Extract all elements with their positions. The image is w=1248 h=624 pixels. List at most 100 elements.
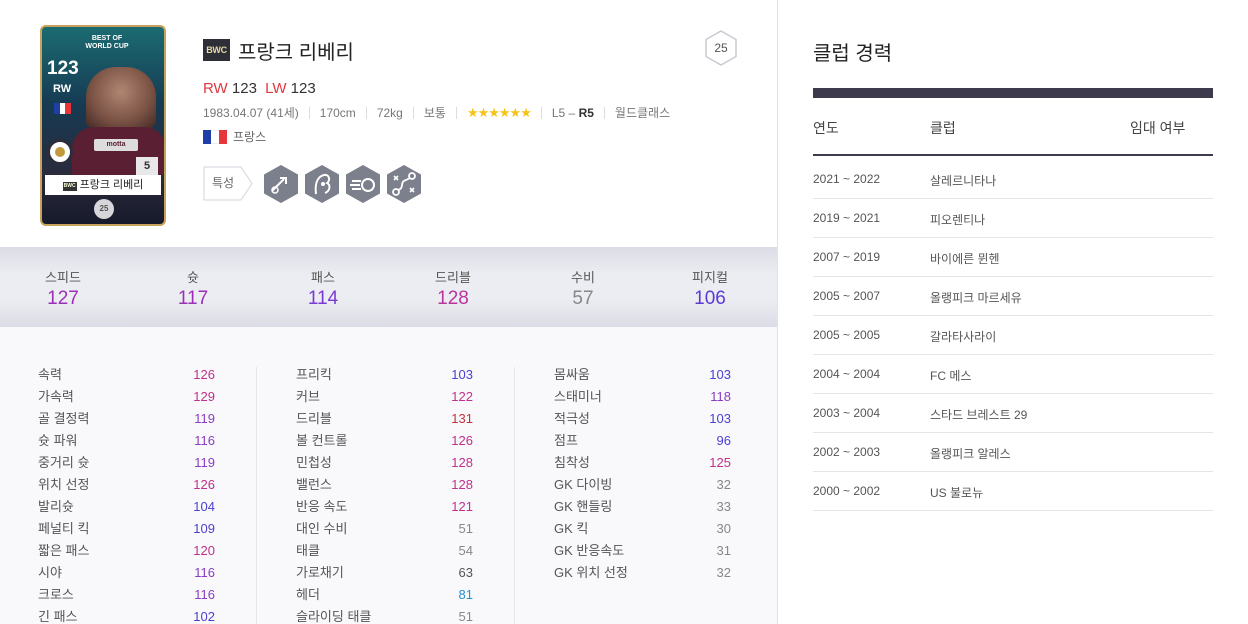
club-year: 2019 ~ 2021	[813, 211, 881, 225]
stat-label: 가로채기	[296, 565, 344, 580]
season-badge-icon: BWC	[203, 39, 230, 61]
card-level-badge: 25	[94, 199, 114, 219]
summary-speed: 스피드 127	[18, 267, 108, 310]
technical-dribbler-icon[interactable]	[303, 164, 341, 204]
stat-row: 밸런스 128	[296, 474, 473, 496]
nation-name: 프랑스	[233, 130, 267, 144]
summary-value: 128	[437, 288, 469, 309]
stat-row: 대인 수비 51	[296, 518, 473, 540]
stat-row: 스태미너 118	[554, 386, 731, 408]
skill-stars-icon: ★★★★★★	[466, 104, 532, 120]
stat-value: 126	[193, 477, 215, 492]
stat-label: 가속력	[38, 389, 74, 404]
club-club: 살레르니타나	[930, 174, 997, 188]
long-shot-icon[interactable]	[262, 164, 300, 204]
summary-value: 114	[307, 288, 339, 309]
stat-label: GK 핸들링	[554, 499, 613, 514]
stat-value: 116	[194, 565, 215, 580]
club-club: 갈라타사라이	[930, 330, 997, 344]
stat-label: 몸싸움	[554, 367, 590, 382]
stat-value: 32	[716, 565, 731, 580]
height: 170cm	[319, 105, 356, 120]
stat-label: 커브	[296, 389, 320, 404]
weak-foot: L5 – R5	[552, 106, 594, 120]
stat-value: 122	[451, 389, 473, 404]
summary-value: 106	[694, 288, 726, 309]
club-club: 올랭피크 마르세유	[930, 291, 1022, 305]
club-history-title: 클럽 경력	[813, 43, 893, 65]
stat-label: 발리슛	[38, 499, 74, 514]
header-club: 클럽	[930, 120, 956, 136]
card-flag-icon	[54, 103, 72, 114]
stat-row: 중거리 슛 119	[38, 452, 215, 474]
stat-label: GK 위치 선정	[554, 565, 628, 580]
stat-value: 128	[451, 477, 473, 492]
stat-value: 31	[716, 543, 731, 558]
stat-value: 103	[451, 367, 473, 382]
stat-row: 몸싸움 103	[554, 364, 731, 386]
stat-row: 가속력 129	[38, 386, 215, 408]
club-year: 2005 ~ 2007	[813, 289, 881, 303]
stat-value: 131	[451, 411, 473, 426]
summary-defending: 수비 57	[538, 267, 628, 310]
player-name: 프랑크 리베리	[238, 42, 354, 64]
france-flag-icon	[203, 129, 227, 144]
stat-row: 반응 속도 121	[296, 496, 473, 518]
club-club: FC 메스	[930, 369, 972, 383]
stat-value: 118	[710, 389, 731, 404]
column-divider	[514, 367, 515, 624]
level-hexagon[interactable]: 25	[704, 30, 738, 66]
club-club: US 불로뉴	[930, 486, 984, 500]
nationality: 프랑스	[203, 128, 266, 145]
level-value: 25	[714, 41, 728, 55]
card-edition-label: BEST OF WORLD CUP	[85, 35, 129, 50]
stat-label: 드리블	[296, 411, 332, 426]
trait-label-tag: 특성	[203, 166, 253, 201]
club-history-row: 2002 ~ 2003 올랭피크 알레스	[813, 433, 1213, 472]
stat-row: 침착성 125	[554, 452, 731, 474]
speed-dribbler-icon[interactable]	[344, 164, 382, 204]
header-year: 연도	[813, 120, 839, 136]
stat-label: 위치 선정	[38, 477, 90, 492]
stat-label: 침착성	[554, 455, 590, 470]
stat-row: 크로스 116	[38, 584, 215, 606]
card-ovr: 123	[47, 58, 79, 79]
player-detail-panel: BEST OF WORLD CUP motta 123 RW 5 BWC 프랑크 …	[0, 0, 778, 624]
stat-row: 프리킥 103	[296, 364, 473, 386]
stat-label: 반응 속도	[296, 499, 348, 514]
club-year: 2005 ~ 2005	[813, 328, 881, 342]
stat-value: 116	[194, 433, 215, 448]
stat-label: 슬라이딩 태클	[296, 609, 372, 624]
stat-row: 드리블 131	[296, 408, 473, 430]
stat-row: 볼 컨트롤 126	[296, 430, 473, 452]
summary-passing: 패스 114	[278, 267, 368, 310]
stat-row: 짧은 패스 120	[38, 540, 215, 562]
page: BEST OF WORLD CUP motta 123 RW 5 BWC 프랑크 …	[0, 0, 1248, 624]
club-history-row: 2004 ~ 2004 FC 메스	[813, 355, 1213, 394]
header-loan: 임대 여부	[1130, 120, 1186, 136]
stat-row: 슛 파워 116	[38, 430, 215, 452]
stat-row: 긴 패스 102	[38, 606, 215, 624]
stat-row: 페널티 킥 109	[38, 518, 215, 540]
stat-value: 30	[716, 521, 731, 536]
player-meta: 1983.04.07 (41세) 170cm 72kg 보통 ★★★★★★ L5…	[203, 104, 670, 121]
stat-row: 위치 선정 126	[38, 474, 215, 496]
stat-value: 33	[716, 499, 731, 514]
summary-label: 수비	[571, 270, 595, 285]
summary-physical: 피지컬 106	[665, 267, 755, 310]
club-club: 스타드 브레스트 29	[930, 408, 1028, 422]
summary-label: 슛	[187, 270, 199, 285]
foot-right: R5	[578, 105, 594, 120]
stat-row: 태클 54	[296, 540, 473, 562]
stat-label: 슛 파워	[38, 433, 78, 448]
stat-value: 103	[709, 411, 731, 426]
stat-label: 속력	[38, 367, 62, 382]
stat-label: 페널티 킥	[38, 521, 90, 536]
club-history-rows: 2021 ~ 2022 살레르니타나 2019 ~ 2021 피오렌티나 2007 ~ …	[813, 160, 1213, 511]
playmaker-icon[interactable]	[385, 164, 423, 204]
summary-value: 57	[572, 288, 594, 309]
club-history-row: 2000 ~ 2002 US 불로뉴	[813, 472, 1213, 511]
stat-row: GK 킥 30	[554, 518, 731, 540]
club-year: 2002 ~ 2003	[813, 445, 881, 459]
club-year: 2007 ~ 2019	[813, 250, 881, 264]
